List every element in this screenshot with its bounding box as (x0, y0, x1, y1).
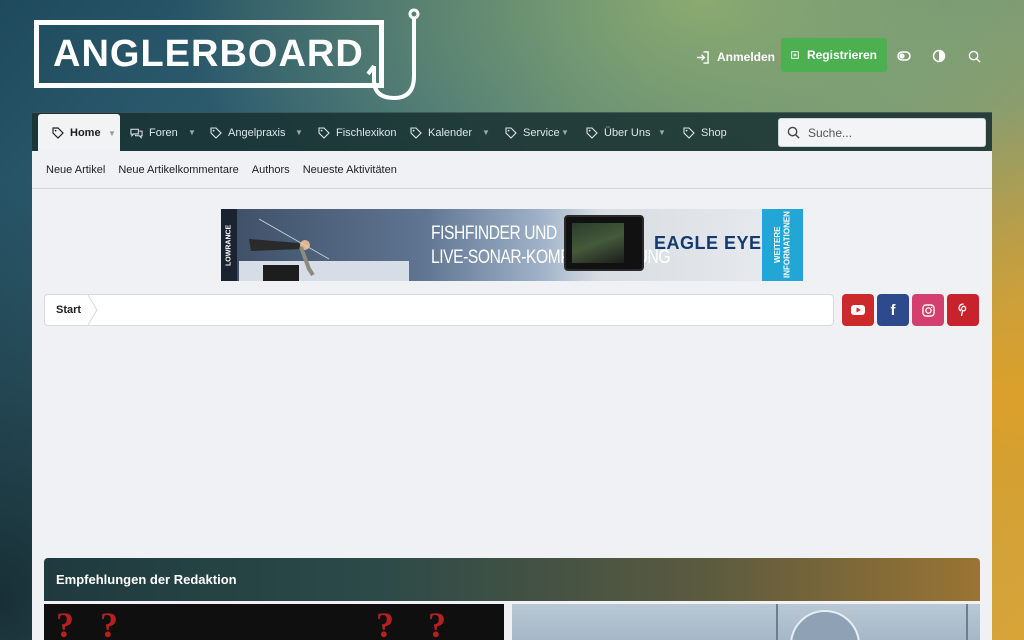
tab-label: Service (523, 126, 560, 139)
logo-text: ANGLERBOARD (53, 33, 364, 75)
tab-label: Shop (701, 126, 727, 139)
building-image (790, 610, 860, 640)
pinterest-icon (957, 303, 966, 317)
question-mark-image: ? (56, 605, 74, 640)
tab-label: Über Uns (604, 126, 651, 139)
chevron-down-icon[interactable]: ▼ (295, 128, 303, 137)
editor-picks-header: Empfehlungen der Redaktion (44, 558, 980, 601)
main-nav: Home ▼ Foren ▼ Angelpraxis ▼ Fischlexiko… (32, 112, 992, 152)
breadcrumb-arrow (87, 295, 98, 325)
search-icon (787, 126, 800, 139)
pole-image (776, 604, 778, 640)
tag-icon (586, 126, 598, 139)
chevron-down-icon[interactable]: ▼ (482, 128, 490, 137)
tab-home[interactable]: Home ▼ (38, 114, 120, 152)
banner-cta[interactable]: WEITERE INFORMATIONEN (762, 209, 803, 281)
banner-headline-1: FISHFINDER UND (431, 223, 557, 244)
chevron-down-icon[interactable]: ▼ (108, 129, 116, 138)
plus-square-icon (791, 51, 799, 59)
tag-icon (318, 126, 330, 139)
contrast-icon[interactable] (929, 46, 949, 66)
register-label: Registrieren (806, 48, 877, 62)
question-mark-image: ? (428, 605, 446, 640)
subnav-item-authors[interactable]: Authors (252, 164, 290, 176)
youtube-icon (851, 305, 865, 315)
chevron-down-icon[interactable]: ▼ (658, 128, 666, 137)
pinterest-button[interactable] (947, 294, 979, 326)
breadcrumb: Start (44, 294, 834, 326)
tab-kalender[interactable]: Kalender (396, 113, 472, 152)
tag-icon (52, 127, 64, 139)
fishfinder-device-image (564, 215, 644, 271)
question-mark-image: ? (376, 605, 394, 640)
login-label: Anmelden (717, 50, 776, 64)
article-card[interactable]: ? ? ? ? (44, 604, 504, 640)
banner-product: EAGLE EYE™ (654, 233, 770, 254)
tab-label: Foren (149, 126, 178, 139)
sub-nav: Neue Artikel Neue Artikelkommentare Auth… (32, 151, 992, 189)
tab-fischlexikon[interactable]: Fischlexikon (304, 113, 397, 152)
subnav-item-neue-artikel[interactable]: Neue Artikel (46, 164, 105, 176)
article-card[interactable] (512, 604, 980, 640)
style-toggle-icon[interactable] (894, 46, 914, 66)
youtube-button[interactable] (842, 294, 874, 326)
fish-hook-icon (366, 8, 420, 101)
main-content: Neue Artikel Neue Artikelkommentare Auth… (32, 151, 992, 640)
tab-label: Home (70, 127, 101, 139)
tab-service[interactable]: Service (491, 113, 560, 152)
pole-image (966, 604, 968, 640)
search-icon[interactable] (964, 46, 984, 66)
sign-in-icon (696, 50, 709, 64)
site-logo[interactable]: ANGLERBOARD (34, 20, 384, 88)
banner-brand: LOWRANCE (221, 209, 237, 281)
subnav-item-neueste-aktivitaeten[interactable]: Neueste Aktivitäten (303, 164, 397, 176)
tab-label: Kalender (428, 126, 473, 139)
comments-icon (130, 128, 143, 139)
subnav-item-neue-artikelkommentare[interactable]: Neue Artikelkommentare (118, 164, 238, 176)
tag-icon (210, 126, 222, 139)
tag-icon (505, 126, 517, 139)
tab-label: Fischlexikon (336, 126, 397, 139)
tag-icon (683, 126, 695, 139)
tab-angelpraxis[interactable]: Angelpraxis (196, 113, 285, 152)
instagram-icon (921, 303, 935, 317)
chevron-down-icon[interactable]: ▼ (561, 128, 569, 137)
question-mark-image: ? (100, 605, 118, 640)
search-input[interactable] (808, 125, 978, 140)
tab-shop[interactable]: Shop (669, 113, 727, 152)
register-button[interactable]: Registrieren (781, 38, 887, 72)
product-name: EAGLE EYE (654, 233, 762, 253)
login-link[interactable]: Anmelden (696, 46, 775, 68)
section-title: Empfehlungen der Redaktion (56, 572, 237, 587)
tab-foren[interactable]: Foren (116, 113, 178, 152)
angler-photo (239, 218, 409, 281)
tab-ueber-uns[interactable]: Über Uns (572, 113, 650, 152)
instagram-button[interactable] (912, 294, 944, 326)
chevron-down-icon[interactable]: ▼ (188, 128, 196, 137)
facebook-button[interactable]: f (877, 294, 909, 326)
tab-label: Angelpraxis (228, 126, 286, 139)
search-field[interactable] (778, 118, 986, 147)
facebook-icon: f (890, 301, 896, 319)
banner-ad[interactable]: LOWRANCE FISHFINDER UND LIVE-SONAR-KOMPL… (221, 209, 803, 281)
tag-icon (410, 126, 422, 139)
